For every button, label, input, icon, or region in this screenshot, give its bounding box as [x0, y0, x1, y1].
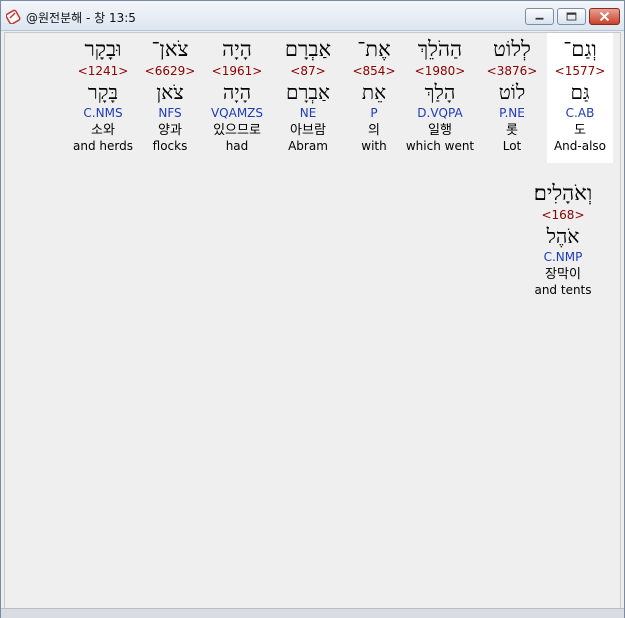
- strong-number: <1961>: [211, 64, 263, 78]
- korean-gloss: 아브람: [290, 123, 326, 138]
- strong-number: <87>: [290, 64, 326, 78]
- morph-code: D.VQPA: [417, 106, 463, 120]
- morph-code: P: [370, 106, 378, 120]
- korean-gloss: 있으므로: [213, 123, 261, 138]
- hebrew-word: הַהֹלֵךְ: [417, 37, 463, 61]
- strong-number: <3876>: [486, 64, 538, 78]
- english-gloss: and tents: [534, 283, 592, 297]
- strong-number: <1241>: [77, 64, 129, 78]
- interlinear-panel[interactable]: וְגַם־ <1577> גַּם C.AB 도 And-also לְלוֹט <3876…: [4, 32, 621, 609]
- strong-number: <854>: [352, 64, 396, 78]
- morph-code: P.NE: [499, 106, 525, 120]
- word-column[interactable]: הַהֹלֵךְ <1980> הָלַךְ D.VQPA 일행 which went: [403, 33, 477, 153]
- close-button[interactable]: [589, 8, 620, 25]
- english-gloss: with: [361, 139, 387, 153]
- korean-gloss: 롯: [506, 123, 518, 138]
- maximize-icon: [566, 12, 577, 21]
- lemma-word: צֹאן: [156, 80, 184, 104]
- maximize-button[interactable]: [557, 8, 586, 25]
- morph-code: C.AB: [565, 106, 595, 120]
- korean-gloss: 소와: [91, 123, 115, 138]
- korean-gloss: 장막이: [545, 267, 581, 282]
- hebrew-word: אֶת־: [357, 37, 391, 61]
- lemma-word: אֵת: [361, 80, 387, 104]
- word-column[interactable]: וְאֹהָלִים׃ <168> אֹהֶל C.NMP 장막이 and tents: [525, 177, 601, 297]
- korean-gloss: 도: [574, 123, 586, 138]
- english-gloss: Abram: [288, 139, 328, 153]
- korean-gloss: 일행: [428, 123, 452, 138]
- lemma-word: הָלַךְ: [424, 80, 456, 104]
- morph-code: NE: [299, 106, 317, 120]
- lemma-word: גַּם: [570, 80, 590, 104]
- strong-number: <168>: [541, 208, 585, 222]
- hebrew-word: וְגַם־: [563, 37, 597, 61]
- app-window: @원전분해 - 창 13:5 וְגַם־ <1577> גַּם C.AB 도 And-…: [0, 0, 625, 618]
- english-gloss: and herds: [73, 139, 133, 153]
- lemma-word: הָיָה: [222, 80, 252, 104]
- english-gloss: Lot: [502, 139, 522, 153]
- hebrew-word: צֹאן־: [151, 37, 189, 61]
- bible-app-icon: [6, 9, 21, 24]
- hebrew-word: וְאֹהָלִים׃: [533, 181, 593, 205]
- hebrew-word: לְלוֹט: [493, 37, 531, 61]
- hebrew-word: אַבְרָם: [284, 37, 332, 61]
- title-bar[interactable]: @원전분해 - 창 13:5: [1, 1, 624, 31]
- morph-code: C.NMS: [83, 106, 123, 120]
- word-column[interactable]: לְלוֹט <3876> לוֹט P.NE 롯 Lot: [479, 33, 545, 153]
- word-column[interactable]: אֶת־ <854> אֵת P 의 with: [341, 33, 407, 153]
- lemma-word: אַבְרָם: [286, 80, 330, 104]
- english-gloss: which went: [405, 139, 475, 153]
- morph-code: C.NMP: [543, 250, 583, 264]
- korean-gloss: 양과: [158, 123, 182, 138]
- close-icon: [599, 11, 610, 22]
- window-title: @원전분해 - 창 13:5: [26, 11, 136, 25]
- hebrew-word: הָיָה: [222, 37, 252, 61]
- strong-number: <1980>: [414, 64, 466, 78]
- morph-code: NFS: [158, 106, 182, 120]
- word-column[interactable]: וּבָקָר <1241> בָּקָר C.NMS 소와 and herds: [67, 33, 139, 153]
- lemma-word: בָּקָר: [87, 80, 119, 104]
- word-column[interactable]: הָיָה <1961> הָיָה VQAMZS 있으므로 had: [203, 33, 271, 153]
- english-gloss: And-also: [553, 139, 607, 153]
- strong-number: <1577>: [554, 64, 606, 78]
- strong-number: <6629>: [144, 64, 196, 78]
- status-bar: [1, 608, 624, 618]
- word-column[interactable]: וְגַם־ <1577> גַּם C.AB 도 And-also: [547, 33, 613, 163]
- minimize-icon: [535, 17, 544, 20]
- english-gloss: flocks: [152, 139, 188, 153]
- english-gloss: had: [225, 139, 249, 153]
- korean-gloss: 의: [368, 123, 380, 138]
- word-column[interactable]: צֹאן־ <6629> צֹאן NFS 양과 flocks: [137, 33, 203, 153]
- hebrew-word: וּבָקָר: [84, 37, 122, 61]
- minimize-button[interactable]: [525, 8, 554, 25]
- morph-code: VQAMZS: [210, 106, 264, 120]
- lemma-word: אֹהֶל: [546, 224, 580, 248]
- word-column[interactable]: אַבְרָם <87> אַבְרָם NE 아브람 Abram: [275, 33, 341, 153]
- lemma-word: לוֹט: [498, 80, 526, 104]
